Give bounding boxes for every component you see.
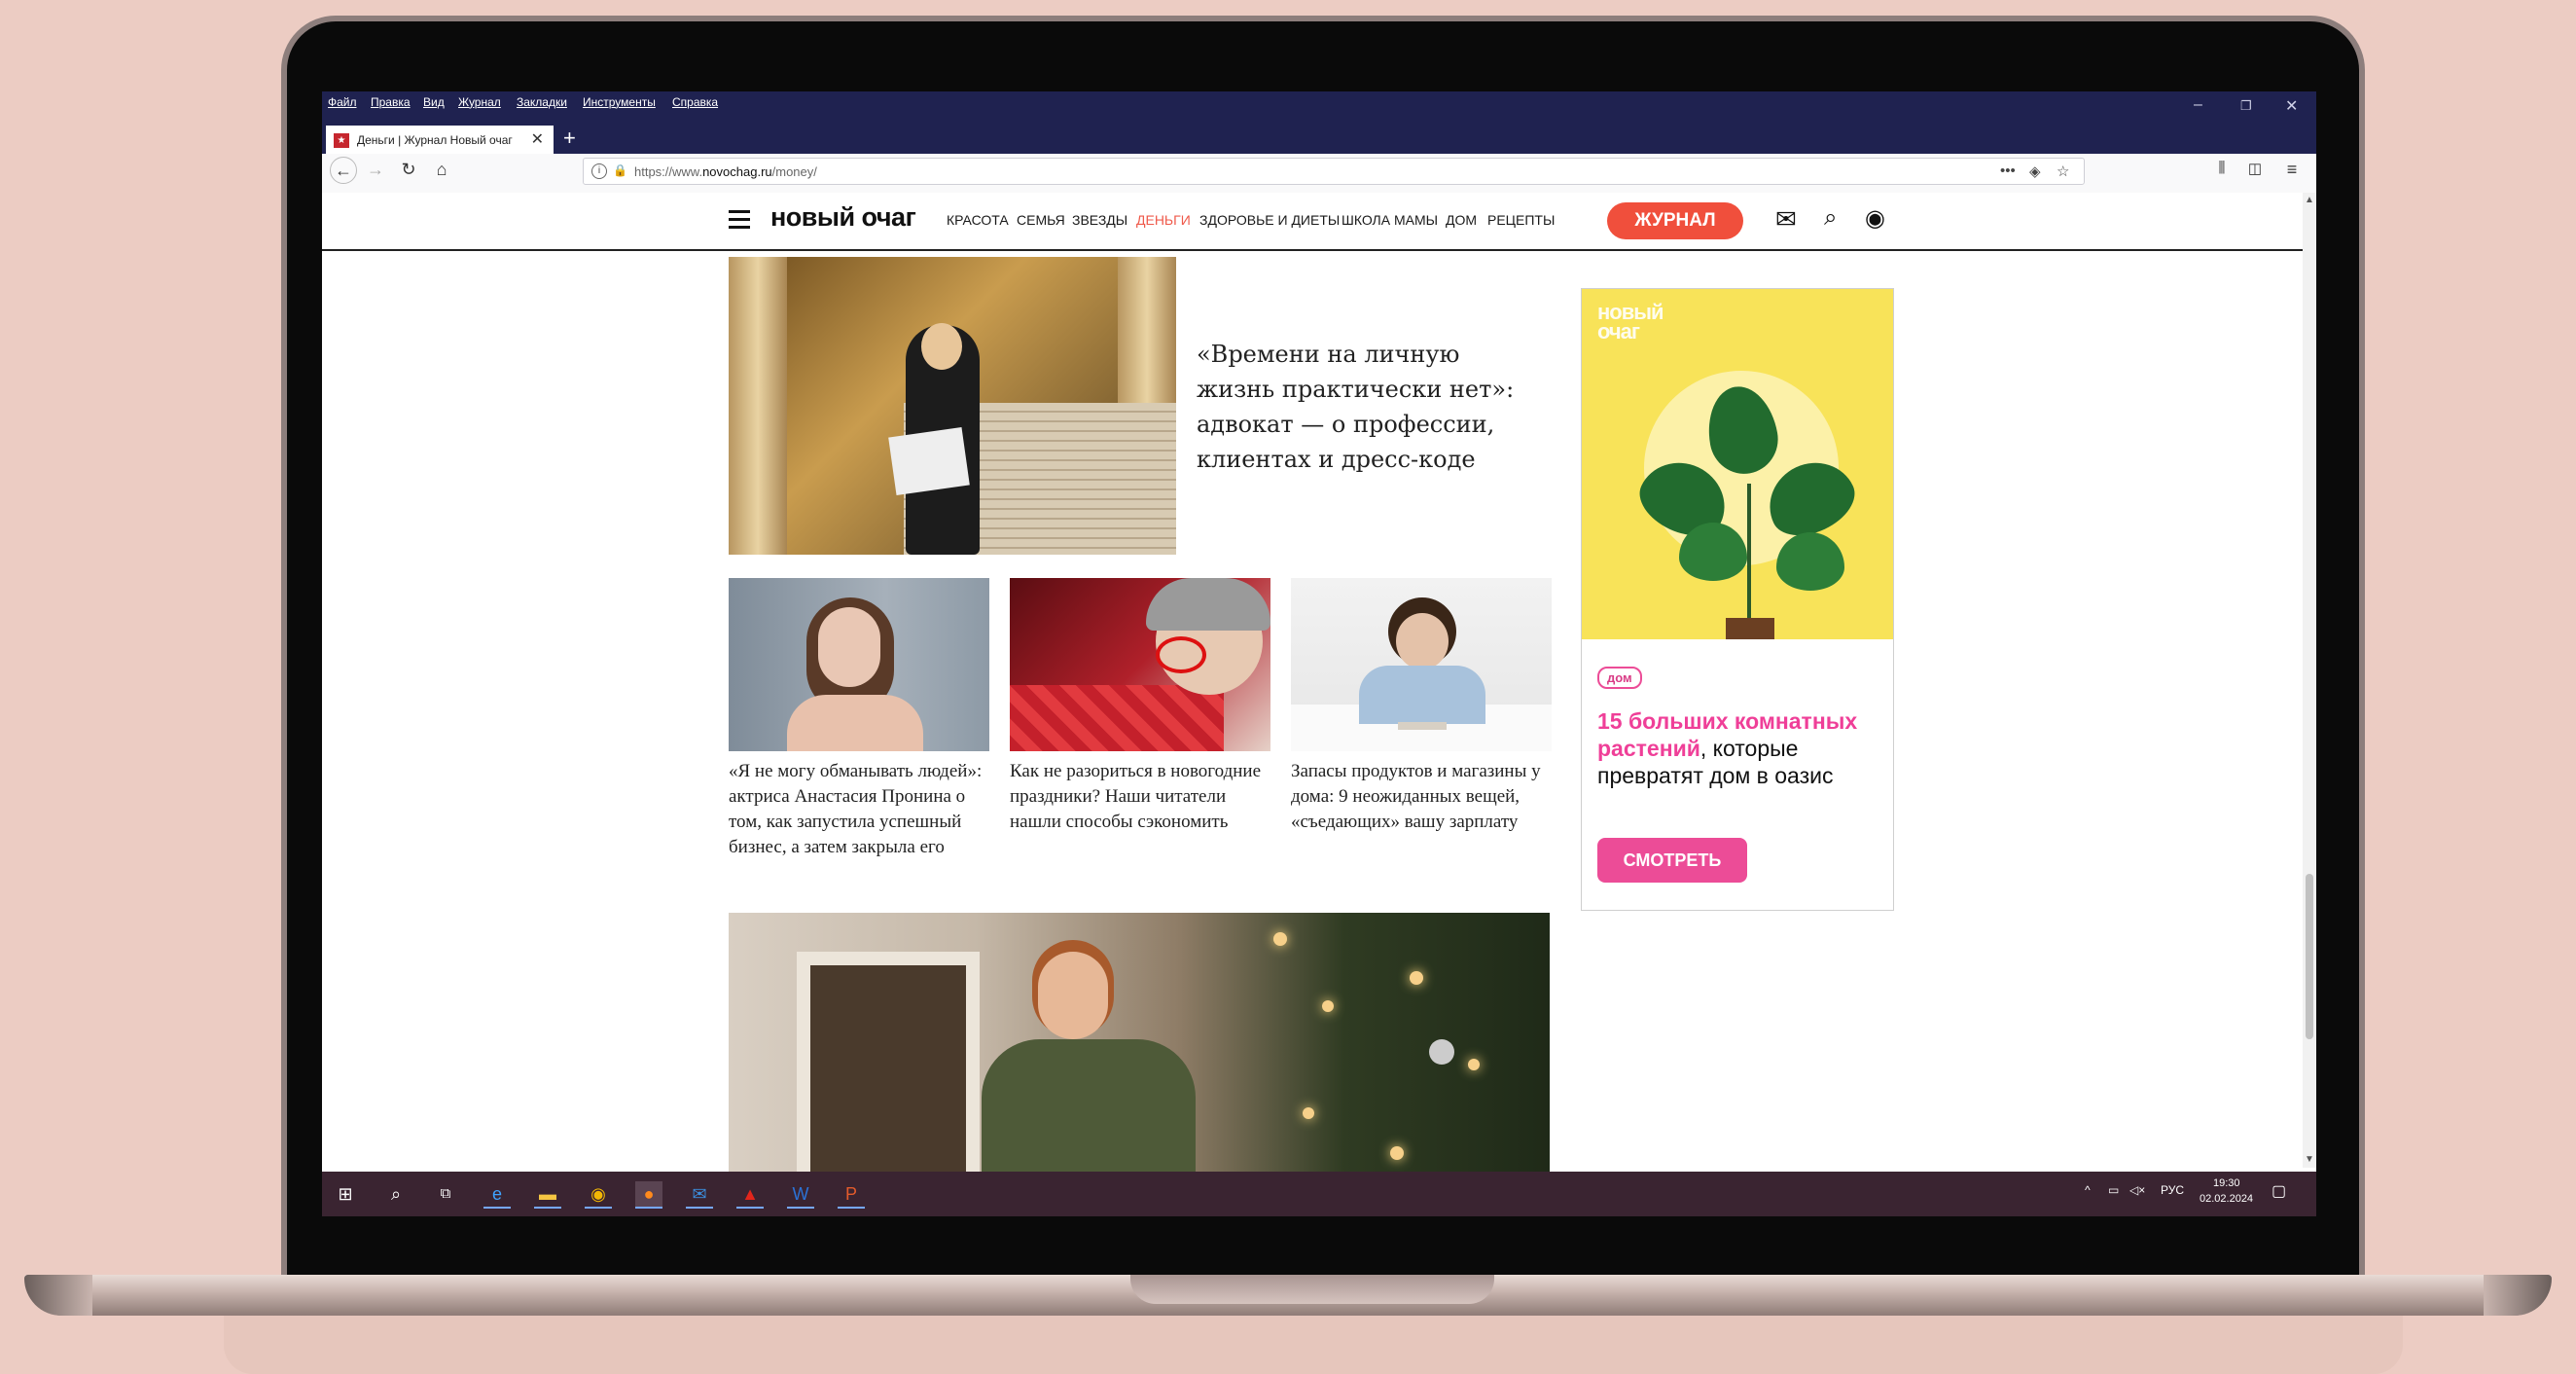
laptop-notch (1130, 1275, 1494, 1304)
page-actions-icon[interactable]: ••• (2000, 163, 2016, 179)
ad-headline[interactable]: 15 больших комнатных растений, которые п… (1597, 707, 1889, 789)
minimize-icon[interactable]: – (2194, 96, 2202, 114)
browser-menu-bar: Файл Правка Вид Журнал Закладки Инструме… (322, 91, 2316, 125)
mail-icon[interactable]: ✉ (1775, 204, 1797, 235)
windows-taskbar: ⊞ ⌕ ⧉ e ▬ ◉ ● ✉ ▲ W P ^ ▭ ◁× РУС 19:30 0… (322, 1172, 2316, 1216)
laptop-base-edge-right (2484, 1275, 2552, 1316)
task-view-icon[interactable]: ⧉ (432, 1181, 459, 1207)
menu-history[interactable]: Журнал (458, 95, 501, 109)
page-scrollbar[interactable]: ▲ ▼ (2303, 193, 2316, 1168)
lock-icon: 🔒 (613, 163, 627, 177)
head-shape (921, 323, 962, 370)
acrobat-icon[interactable]: ▲ (736, 1181, 764, 1209)
home-icon[interactable]: ⌂ (429, 160, 454, 180)
scroll-down-icon[interactable]: ▼ (2305, 1154, 2314, 1165)
browser-toolbar: ← → ↻ ⌂ i 🔒 https://www.novochag.ru/mone… (322, 154, 2316, 194)
clock-time[interactable]: 19:30 (2213, 1177, 2240, 1189)
language-indicator[interactable]: РУС (2161, 1183, 2184, 1197)
user-icon[interactable]: ◉ (1865, 204, 1885, 233)
nav-mom-school[interactable]: ШКОЛА МАМЫ (1342, 212, 1438, 228)
nav-beauty[interactable]: КРАСОТА (947, 212, 1009, 228)
notifications-icon[interactable]: ▢ (2272, 1181, 2286, 1201)
menu-tools[interactable]: Инструменты (583, 95, 656, 109)
folder-shape (888, 427, 970, 495)
favicon-icon: ★ (334, 133, 349, 148)
nav-health[interactable]: ЗДОРОВЬЕ И ДИЕТЫ (1199, 212, 1340, 228)
column-shape (729, 257, 787, 555)
ad-tag[interactable]: дом (1597, 667, 1642, 689)
nav-home[interactable]: ДОМ (1446, 212, 1477, 228)
article-card-caption[interactable]: Как не разориться в новогодние праздники… (1010, 759, 1270, 835)
search-icon[interactable]: ⌕ (382, 1181, 410, 1207)
scrollbar-thumb[interactable] (2306, 874, 2313, 1039)
browser-tab[interactable]: ★ Деньги | Журнал Новый очаг ✕ (326, 126, 554, 154)
tray-chevron-icon[interactable]: ^ (2085, 1183, 2091, 1197)
word-icon[interactable]: W (787, 1181, 814, 1209)
article-card[interactable]: Как не разориться в новогодние праздники… (1010, 578, 1270, 835)
ad-brand-logo: новый очаг (1597, 300, 1664, 344)
url-text: https://www.novochag.ru/money/ (634, 164, 817, 179)
windows-start-icon[interactable]: ⊞ (332, 1181, 359, 1207)
forward-icon[interactable]: → (363, 160, 388, 180)
article-card-caption[interactable]: Запасы продуктов и магазины у дома: 9 не… (1291, 759, 1552, 835)
new-tab-icon[interactable]: + (563, 126, 576, 151)
close-window-icon[interactable]: ✕ (2285, 96, 2298, 116)
article-card-image[interactable] (1010, 578, 1270, 751)
volume-icon[interactable]: ◁× (2129, 1183, 2145, 1197)
hero-article-image[interactable] (729, 257, 1176, 555)
clock-date[interactable]: 02.02.2024 (2200, 1193, 2253, 1205)
article-card[interactable]: «Я не могу обманывать людей»: актриса Ан… (729, 578, 989, 860)
site-header: новый очаг КРАСОТА СЕМЬЯ ЗВЕЗДЫ ДЕНЬГИ З… (322, 193, 2316, 251)
scroll-up-icon[interactable]: ▲ (2305, 195, 2314, 205)
restore-icon[interactable]: ❐ (2240, 98, 2252, 114)
pocket-icon[interactable]: ◈ (2029, 163, 2041, 180)
firefox-icon[interactable]: ● (635, 1181, 662, 1209)
sidebar-icon[interactable]: ◫ (2242, 160, 2268, 177)
ad-banner[interactable]: новый очаг дом 15 больших комнатных раст… (1581, 288, 1894, 911)
tab-bar: ★ Деньги | Журнал Новый очаг ✕ + (322, 125, 2316, 154)
library-icon[interactable]: ⫼ (2209, 160, 2235, 176)
hero-article-title[interactable]: «Времени на личную жизнь практически нет… (1197, 337, 1527, 477)
menu-help[interactable]: Справка (672, 95, 718, 109)
ad-watch-button[interactable]: СМОТРЕТЬ (1597, 838, 1747, 883)
tab-title: Деньги | Журнал Новый очаг (357, 133, 513, 147)
chrome-icon[interactable]: ◉ (585, 1181, 612, 1209)
file-explorer-icon[interactable]: ▬ (534, 1181, 561, 1209)
laptop-shadow (224, 1316, 2403, 1374)
article-card-caption[interactable]: «Я не могу обманывать людей»: актриса Ан… (729, 759, 989, 860)
back-icon[interactable]: ← (330, 157, 357, 184)
search-icon[interactable]: ⌕ (1824, 204, 1837, 232)
screen: Файл Правка Вид Журнал Закладки Инструме… (322, 91, 2316, 1216)
menu-file[interactable]: Файл (328, 95, 357, 109)
article-card[interactable]: Запасы продуктов и магазины у дома: 9 не… (1291, 578, 1552, 835)
app-menu-icon[interactable]: ≡ (2279, 160, 2305, 180)
info-icon[interactable]: i (591, 163, 607, 179)
laptop-base-edge-left (24, 1275, 92, 1316)
menu-edit[interactable]: Правка (371, 95, 411, 109)
hamburger-menu-icon[interactable] (729, 210, 750, 229)
reload-icon[interactable]: ↻ (396, 160, 421, 180)
network-icon[interactable]: ▭ (2108, 1183, 2119, 1197)
site-logo[interactable]: новый очаг (770, 202, 916, 233)
article-card-image[interactable] (1291, 578, 1552, 751)
journal-button[interactable]: ЖУРНАЛ (1607, 202, 1743, 239)
powerpoint-icon[interactable]: P (838, 1181, 865, 1209)
outlook-icon[interactable]: ✉ (686, 1181, 713, 1209)
article-card-image[interactable] (729, 578, 989, 751)
nav-recipes[interactable]: РЕЦЕПТЫ (1487, 212, 1555, 228)
address-bar[interactable]: i 🔒 https://www.novochag.ru/money/ ••• ◈… (583, 158, 2085, 185)
bookmark-star-icon[interactable]: ☆ (2057, 163, 2069, 180)
internet-explorer-icon[interactable]: e (483, 1181, 511, 1209)
menu-bookmarks[interactable]: Закладки (517, 95, 567, 109)
nav-stars[interactable]: ЗВЕЗДЫ (1072, 212, 1127, 228)
nav-money[interactable]: ДЕНЬГИ (1136, 212, 1191, 228)
close-tab-icon[interactable]: ✕ (531, 129, 544, 149)
nav-family[interactable]: СЕМЬЯ (1017, 212, 1065, 228)
menu-view[interactable]: Вид (423, 95, 445, 109)
